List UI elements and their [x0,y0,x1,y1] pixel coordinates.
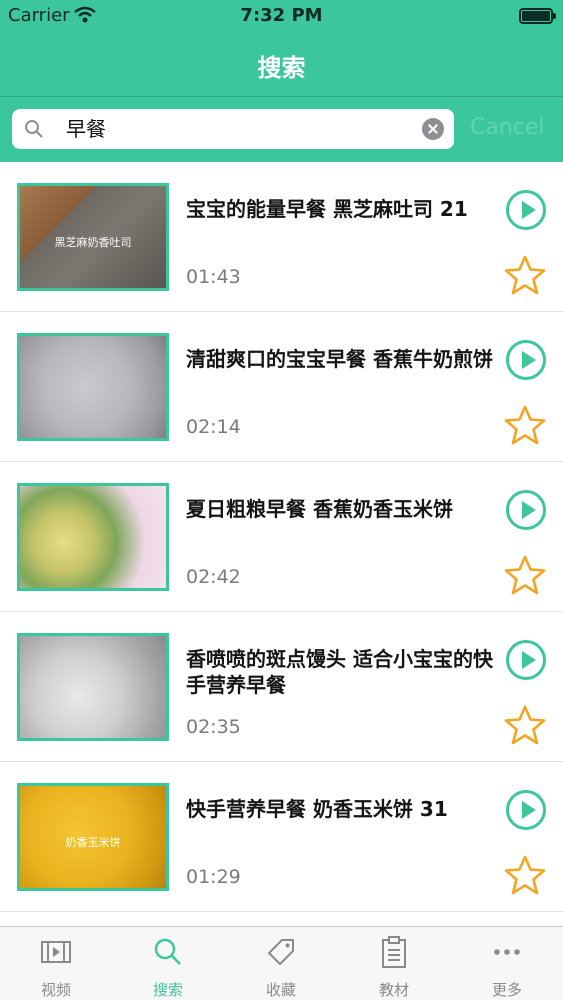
video-title[interactable]: 快手营养早餐 奶香玉米饼 31 [186,796,496,822]
video-duration: 01:43 [186,266,241,288]
status-time: 7:32 PM [240,5,323,26]
clear-icon[interactable] [422,118,444,140]
video-thumbnail[interactable]: 奶香玉米饼 [17,783,169,891]
tab-label: 视频 [40,981,71,999]
tab-favorites[interactable]: 收藏 [225,927,337,1000]
video-list: 黑芝麻奶香吐司 宝宝的能量早餐 黑芝麻吐司 21 01:43 清甜爽口的宝宝早餐… [0,162,563,926]
search-icon [25,120,43,138]
video-title[interactable]: 夏日粗粮早餐 香蕉奶香玉米饼 [186,496,496,522]
video-duration: 02:42 [186,566,241,588]
play-button[interactable] [506,340,546,380]
search-query[interactable]: 早餐 [66,115,106,143]
thumbnail-caption: 黑芝麻奶香吐司 [54,236,132,249]
tab-search[interactable]: 搜索 [112,927,224,1000]
list-item[interactable]: 奶香玉米饼 快手营养早餐 奶香玉米饼 31 01:29 [0,762,563,912]
tab-label: 更多 [491,981,522,999]
tab-label: 搜索 [152,981,183,999]
play-button[interactable] [506,640,546,680]
search-icon [154,938,181,965]
video-thumbnail[interactable] [17,333,169,441]
video-thumbnail[interactable] [17,633,169,741]
film-icon [41,941,71,963]
search-input[interactable]: 早餐 [12,109,454,149]
page-title: 搜索 [257,54,306,82]
star-icon[interactable] [503,254,547,296]
search-bar: 早餐 Cancel [0,96,563,162]
battery-icon [519,8,556,24]
thumbnail-caption: 奶香玉米饼 [65,836,121,849]
video-duration: 02:14 [186,416,241,438]
more-icon [494,949,520,955]
list-item[interactable]: 清甜爽口的宝宝早餐 香蕉牛奶煎饼 02:14 [0,312,563,462]
play-button[interactable] [506,790,546,830]
tab-bar: 视频 搜索 收藏 教材 更多 [0,926,563,1000]
video-title[interactable]: 香喷喷的斑点馒头 适合小宝宝的快手营养早餐 [186,646,496,698]
video-thumbnail[interactable] [17,483,169,591]
star-icon[interactable] [503,554,547,596]
tab-videos[interactable]: 视频 [0,927,112,1000]
tab-label: 教材 [378,981,409,999]
video-duration: 01:29 [186,866,241,888]
star-icon[interactable] [503,704,547,746]
play-button[interactable] [506,490,546,530]
status-bar: Carrier 7:32 PM [0,0,563,32]
navigation-bar: 搜索 [0,32,563,96]
list-item[interactable]: 香喷喷的斑点馒头 适合小宝宝的快手营养早餐 02:35 [0,612,563,762]
video-thumbnail[interactable]: 黑芝麻奶香吐司 [17,183,169,291]
video-title[interactable]: 宝宝的能量早餐 黑芝麻吐司 21 [186,196,496,222]
tab-materials[interactable]: 教材 [338,927,450,1000]
list-item[interactable]: 夏日粗粮早餐 香蕉奶香玉米饼 02:42 [0,462,563,612]
clipboard-icon [382,936,406,968]
tab-label: 收藏 [265,981,296,999]
star-icon[interactable] [503,404,547,446]
star-icon[interactable] [503,854,547,896]
cancel-button[interactable]: Cancel [470,115,545,140]
video-title[interactable]: 清甜爽口的宝宝早餐 香蕉牛奶煎饼 [186,346,496,372]
tag-icon [268,939,294,965]
video-duration: 02:35 [186,716,241,738]
tab-more[interactable]: 更多 [451,927,563,1000]
play-button[interactable] [506,190,546,230]
list-item[interactable]: 黑芝麻奶香吐司 宝宝的能量早餐 黑芝麻吐司 21 01:43 [0,162,563,312]
